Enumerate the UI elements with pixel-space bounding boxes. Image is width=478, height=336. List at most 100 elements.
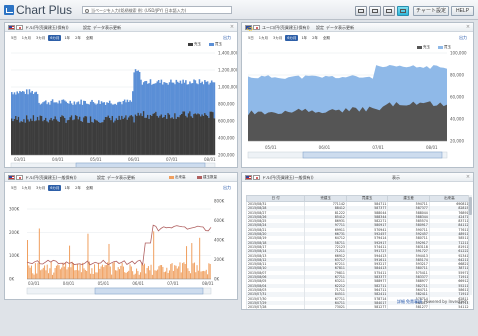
bar-sell — [138, 115, 141, 155]
bar-sell — [12, 121, 14, 155]
bar-volume — [141, 262, 143, 279]
bar-sell — [111, 115, 114, 155]
bar-volume — [175, 265, 177, 279]
bar-sell — [117, 119, 119, 155]
layout-4-button[interactable] — [397, 6, 409, 16]
y-tick-label: 40,000 — [450, 117, 464, 122]
panel-title: ドル/円(売買建玉(一般保有)) — [262, 175, 314, 180]
top-bar: Chart Plus 当ページを入力(銘柄検索 例: (USD/JPY) 日本語… — [0, 0, 478, 20]
chart-settings-button[interactable]: チャート設定 — [413, 6, 449, 16]
x-tick-label: 05/01 — [90, 157, 102, 162]
bar-buy — [174, 84, 176, 114]
bar-sell — [70, 115, 73, 155]
chart-bottom-left[interactable]: 300K 200K 100K 0K 800K 600K 400K 200K 0K 03/01 04/… — [5, 173, 238, 300]
bar-sell — [159, 115, 161, 155]
bar-buy — [183, 82, 186, 112]
table-cell: 577011 — [346, 309, 387, 310]
range-navigator-selection — [75, 162, 206, 167]
bar-volume — [28, 265, 30, 279]
bar-sell — [136, 115, 138, 155]
bar-buy — [104, 104, 107, 117]
y-tick-label: 1,400,000 — [218, 51, 238, 56]
bar-volume — [180, 272, 182, 279]
bar-volume — [174, 265, 176, 279]
bar-volume — [189, 273, 191, 279]
bar-volume — [119, 269, 121, 279]
bar-volume — [30, 265, 32, 279]
bar-sell — [106, 117, 108, 155]
layout-1-button[interactable] — [355, 6, 367, 16]
table-scrollbar-thumb[interactable] — [469, 197, 472, 215]
bar-buy — [107, 102, 110, 116]
bar-volume — [108, 243, 110, 279]
bar-sell — [107, 115, 110, 155]
bar-buy — [210, 80, 213, 112]
bar-sell — [208, 117, 210, 155]
bar-sell — [205, 114, 208, 155]
bar-sell — [185, 115, 187, 155]
bar-buy — [55, 102, 58, 120]
bar-sell — [17, 116, 20, 155]
bar-volume — [91, 268, 93, 279]
bar-sell — [198, 114, 201, 155]
bar-volume — [146, 267, 148, 279]
search-input[interactable]: 当ページを入力(銘柄検索 例: (USD/JPY) 日本語入力) — [82, 6, 232, 14]
bar-sell — [93, 119, 96, 155]
bar-volume — [182, 263, 184, 279]
bar-buy — [57, 103, 59, 122]
bar-sell — [104, 116, 107, 155]
layout-2-button[interactable] — [369, 6, 381, 16]
bar-buy — [142, 82, 145, 112]
chart-top-left[interactable]: 1,400,000 1,200,000 1,000,000 800,000 600,00… — [5, 23, 238, 168]
bar-buy — [108, 100, 111, 118]
details-link[interactable]: 詳細 — [397, 299, 405, 305]
bar-buy — [115, 104, 118, 119]
bar-sell — [81, 121, 84, 155]
bar-volume — [84, 269, 86, 279]
y-tick-label: 1,200,000 — [218, 68, 238, 73]
bar-buy — [198, 79, 201, 115]
bar-volume — [74, 270, 76, 279]
bar-sell — [161, 117, 164, 155]
bar-sell — [76, 116, 78, 155]
bar-volume — [50, 261, 52, 279]
bar-sell — [210, 111, 213, 155]
layout-3-button[interactable] — [383, 6, 395, 16]
bar-buy — [91, 99, 93, 122]
x-tick-label: 07/01 — [167, 281, 179, 286]
bar-buy — [200, 82, 202, 117]
bar-buy — [89, 101, 92, 117]
bar-buy — [61, 99, 63, 116]
bar-sell — [156, 115, 159, 155]
help-button[interactable]: HELP — [451, 6, 474, 16]
bar-sell — [83, 117, 85, 155]
bar-volume — [155, 270, 157, 279]
bar-volume — [191, 243, 193, 279]
bar-buy — [50, 100, 52, 118]
display-button[interactable]: 表示 — [392, 175, 400, 181]
bar-buy — [213, 82, 216, 119]
bar-volume — [113, 262, 115, 279]
bar-buy — [123, 99, 126, 118]
bar-volume — [145, 273, 147, 279]
bar-volume — [154, 270, 156, 279]
bar-volume — [157, 269, 159, 279]
bar-volume — [78, 270, 80, 279]
bar-buy — [144, 81, 146, 118]
close-icon[interactable]: × — [465, 174, 471, 180]
chart-top-right[interactable]: 100,000 80,000 60,000 40,000 20,000 05/01 06/0… — [242, 23, 474, 168]
bar-volume — [115, 270, 117, 279]
bar-sell — [19, 122, 21, 155]
bar-buy — [31, 90, 33, 121]
bar-sell — [142, 111, 145, 155]
bar-volume — [168, 270, 170, 279]
bar-volume — [163, 272, 165, 279]
disclaimer-link[interactable]: 免責事項 — [406, 299, 422, 305]
bar-sell — [102, 122, 104, 155]
bar-sell — [21, 121, 24, 155]
bar-volume — [48, 273, 50, 279]
bar-volume — [63, 266, 65, 279]
table-scrollbar[interactable] — [468, 195, 472, 295]
panel-top-right: ユーロ/円(売買建玉(保有)) 設定 データ表示 更新 × 5日 1カ月 3カ月 6カ… — [241, 22, 474, 168]
bar-buy — [98, 100, 100, 122]
